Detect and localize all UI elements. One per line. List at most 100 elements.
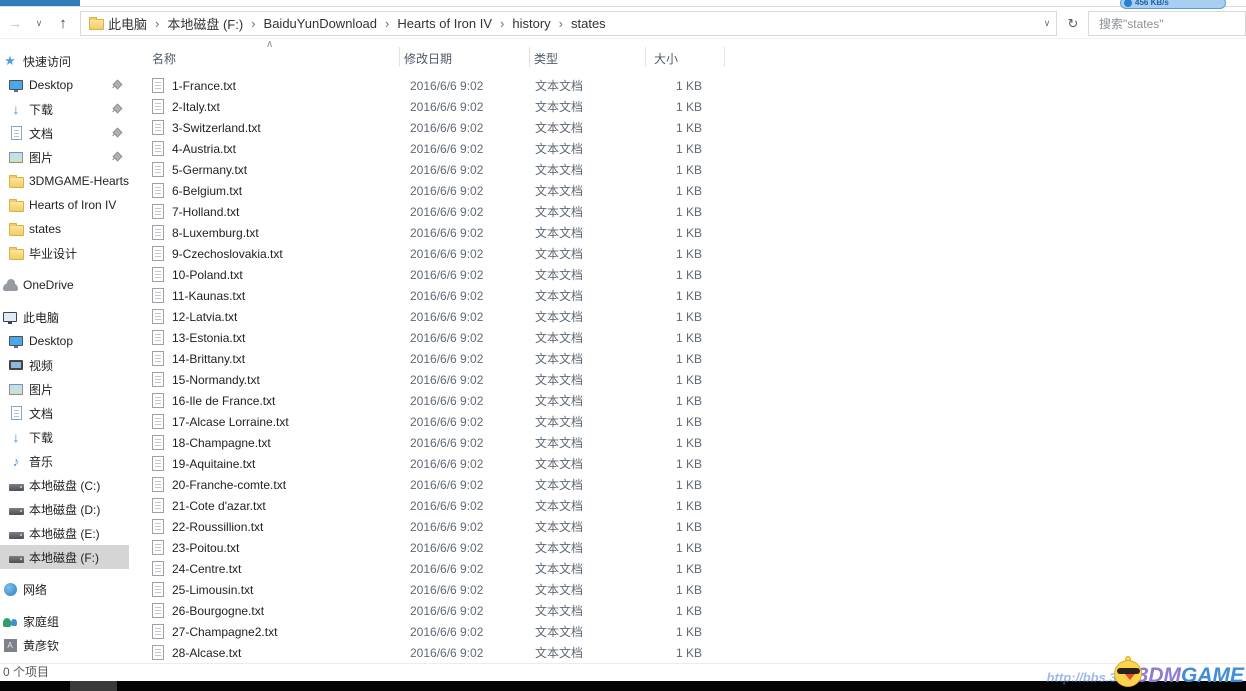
- file-row[interactable]: 25-Limousin.txt 2016/6/6 9:02 文本文档 1 KB: [130, 579, 1246, 600]
- pin-icon: [111, 128, 121, 138]
- file-row[interactable]: 6-Belgium.txt 2016/6/6 9:02 文本文档 1 KB: [130, 180, 1246, 201]
- sidebar-item[interactable]: 文档: [0, 401, 129, 425]
- sidebar-item-label: 文档: [29, 405, 53, 422]
- file-name: 10-Poland.txt: [172, 268, 410, 282]
- file-row[interactable]: 8-Luxemburg.txt 2016/6/6 9:02 文本文档 1 KB: [130, 222, 1246, 243]
- sidebar-item[interactable]: 本地磁盘 (D:): [0, 497, 129, 521]
- column-header-type[interactable]: 类型: [534, 50, 558, 67]
- text-file-icon: [152, 561, 164, 576]
- sidebar-item[interactable]: 下载: [0, 97, 129, 121]
- sidebar-item[interactable]: 音乐: [0, 449, 129, 473]
- file-row[interactable]: 7-Holland.txt 2016/6/6 9:02 文本文档 1 KB: [130, 201, 1246, 222]
- sidebar-item[interactable]: 本地磁盘 (F:): [0, 545, 129, 569]
- breadcrumb-item[interactable]: 本地磁盘 (F:): [163, 12, 259, 35]
- sidebar-item[interactable]: Desktop: [0, 329, 129, 353]
- file-row[interactable]: 13-Estonia.txt 2016/6/6 9:02 文本文档 1 KB: [130, 327, 1246, 348]
- sidebar-item[interactable]: 家庭组: [0, 609, 129, 633]
- breadcrumb-item[interactable]: states: [567, 12, 610, 35]
- file-row[interactable]: 9-Czechoslovakia.txt 2016/6/6 9:02 文本文档 …: [130, 243, 1246, 264]
- search-input[interactable]: [1088, 11, 1246, 36]
- file-row[interactable]: 19-Aquitaine.txt 2016/6/6 9:02 文本文档 1 KB: [130, 453, 1246, 474]
- breadcrumb-item[interactable]: BaiduYunDownload: [260, 12, 394, 35]
- column-header-date-modified[interactable]: 修改日期: [404, 50, 452, 67]
- sidebar-item[interactable]: 毕业设计: [0, 241, 129, 265]
- file-type: 文本文档: [535, 161, 645, 178]
- sidebar-item[interactable]: 本地磁盘 (C:): [0, 473, 129, 497]
- file-date-modified: 2016/6/6 9:02: [410, 100, 535, 114]
- file-row[interactable]: 23-Poitou.txt 2016/6/6 9:02 文本文档 1 KB: [130, 537, 1246, 558]
- navigation-pane: 快速访问 Desktop 下载 文档 图片 3DMGAME-Hearts Hea…: [0, 40, 129, 663]
- file-row[interactable]: 15-Normandy.txt 2016/6/6 9:02 文本文档 1 KB: [130, 369, 1246, 390]
- file-date-modified: 2016/6/6 9:02: [410, 520, 535, 534]
- address-bar[interactable]: 此电脑 本地磁盘 (F:) BaiduYunDownload Hearts of…: [80, 11, 1057, 36]
- sidebar-item[interactable]: 快速访问: [0, 49, 129, 73]
- file-type: 文本文档: [535, 287, 645, 304]
- text-file-icon: [152, 288, 164, 303]
- sidebar-item[interactable]: 图片: [0, 145, 129, 169]
- sidebar-item[interactable]: 文档: [0, 121, 129, 145]
- column-header-size[interactable]: 大小: [654, 50, 678, 67]
- column-header-name[interactable]: 名称: [152, 50, 176, 67]
- speed-widget-icon: [1124, 0, 1132, 7]
- file-row[interactable]: 1-France.txt 2016/6/6 9:02 文本文档 1 KB: [130, 75, 1246, 96]
- file-type: 文本文档: [535, 329, 645, 346]
- file-row[interactable]: 26-Bourgogne.txt 2016/6/6 9:02 文本文档 1 KB: [130, 600, 1246, 621]
- sidebar-item[interactable]: states: [0, 217, 129, 241]
- sidebar-item[interactable]: 本地磁盘 (E:): [0, 521, 129, 545]
- download-speed-badge[interactable]: 456 KB/s: [1120, 0, 1226, 9]
- sidebar-item[interactable]: Hearts of Iron IV: [0, 193, 129, 217]
- file-row[interactable]: 21-Cote d'azar.txt 2016/6/6 9:02 文本文档 1 …: [130, 495, 1246, 516]
- forward-arrow-icon[interactable]: [4, 11, 26, 35]
- file-row[interactable]: 20-Franche-comte.txt 2016/6/6 9:02 文本文档 …: [130, 474, 1246, 495]
- sidebar-item[interactable]: 黄彦钦: [0, 633, 129, 657]
- sidebar-item[interactable]: 此电脑: [0, 305, 129, 329]
- sidebar-item[interactable]: Desktop: [0, 73, 129, 97]
- column-separator[interactable]: [399, 47, 400, 67]
- pin-icon: [111, 104, 121, 114]
- file-type: 文本文档: [535, 581, 645, 598]
- sidebar-item[interactable]: 图片: [0, 377, 129, 401]
- taskbar[interactable]: [0, 681, 1246, 691]
- sidebar-item[interactable]: 下载: [0, 425, 129, 449]
- sidebar-item[interactable]: OneDrive: [0, 273, 129, 297]
- file-row[interactable]: 10-Poland.txt 2016/6/6 9:02 文本文档 1 KB: [130, 264, 1246, 285]
- file-row[interactable]: 12-Latvia.txt 2016/6/6 9:02 文本文档 1 KB: [130, 306, 1246, 327]
- recent-locations-chevron-icon[interactable]: [28, 11, 50, 35]
- file-row[interactable]: 22-Roussillion.txt 2016/6/6 9:02 文本文档 1 …: [130, 516, 1246, 537]
- text-file-icon: [152, 498, 164, 513]
- file-row[interactable]: 2-Italy.txt 2016/6/6 9:02 文本文档 1 KB: [130, 96, 1246, 117]
- up-arrow-icon[interactable]: [52, 11, 74, 35]
- sidebar-item-label: 毕业设计: [29, 245, 77, 262]
- text-file-icon: [152, 330, 164, 345]
- file-row[interactable]: 28-Alcase.txt 2016/6/6 9:02 文本文档 1 KB: [130, 642, 1246, 663]
- refresh-icon[interactable]: [1061, 11, 1085, 36]
- file-row[interactable]: 18-Champagne.txt 2016/6/6 9:02 文本文档 1 KB: [130, 432, 1246, 453]
- file-date-modified: 2016/6/6 9:02: [410, 226, 535, 240]
- sidebar-item[interactable]: 网络: [0, 577, 129, 601]
- file-row[interactable]: 11-Kaunas.txt 2016/6/6 9:02 文本文档 1 KB: [130, 285, 1246, 306]
- speed-value: 456 KB/s: [1135, 0, 1169, 8]
- file-row[interactable]: 16-Ile de France.txt 2016/6/6 9:02 文本文档 …: [130, 390, 1246, 411]
- file-row[interactable]: 4-Austria.txt 2016/6/6 9:02 文本文档 1 KB: [130, 138, 1246, 159]
- taskbar-button[interactable]: [70, 681, 117, 691]
- file-row[interactable]: 5-Germany.txt 2016/6/6 9:02 文本文档 1 KB: [130, 159, 1246, 180]
- file-name: 5-Germany.txt: [172, 163, 410, 177]
- breadcrumb-item[interactable]: 此电脑: [104, 12, 163, 35]
- file-row[interactable]: 27-Champagne2.txt 2016/6/6 9:02 文本文档 1 K…: [130, 621, 1246, 642]
- file-date-modified: 2016/6/6 9:02: [410, 310, 535, 324]
- file-row[interactable]: 14-Brittany.txt 2016/6/6 9:02 文本文档 1 KB: [130, 348, 1246, 369]
- sidebar-item[interactable]: 3DMGAME-Hearts: [0, 169, 129, 193]
- file-row[interactable]: 24-Centre.txt 2016/6/6 9:02 文本文档 1 KB: [130, 558, 1246, 579]
- column-separator[interactable]: [645, 47, 646, 67]
- sidebar-item[interactable]: 视频: [0, 353, 129, 377]
- breadcrumb-item[interactable]: Hearts of Iron IV: [393, 12, 508, 35]
- column-separator[interactable]: [724, 47, 725, 67]
- breadcrumb-item[interactable]: history: [508, 12, 567, 35]
- file-row[interactable]: 17-Alcase Lorraine.txt 2016/6/6 9:02 文本文…: [130, 411, 1246, 432]
- address-dropdown-chevron-icon[interactable]: [1038, 18, 1056, 29]
- file-row[interactable]: 3-Switzerland.txt 2016/6/6 9:02 文本文档 1 K…: [130, 117, 1246, 138]
- column-separator[interactable]: [529, 47, 530, 67]
- folder-icon: [8, 173, 24, 189]
- file-type: 文本文档: [535, 644, 645, 661]
- file-date-modified: 2016/6/6 9:02: [410, 184, 535, 198]
